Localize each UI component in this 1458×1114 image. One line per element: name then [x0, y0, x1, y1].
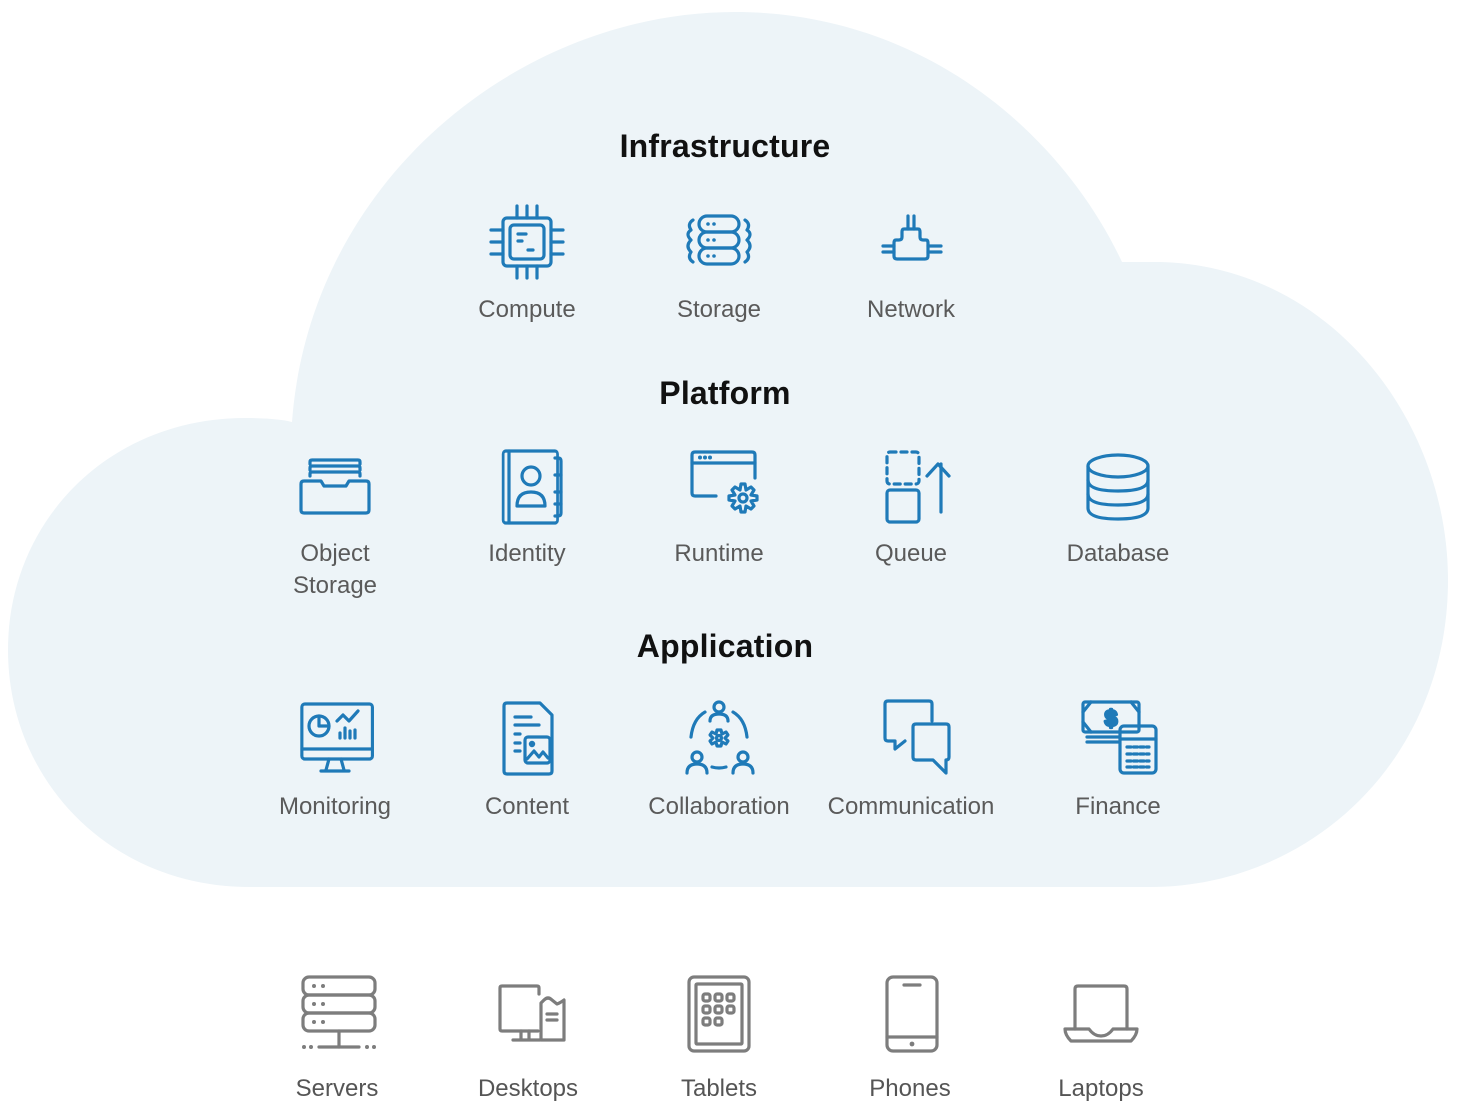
- section-title-platform: Platform: [659, 375, 791, 411]
- item-network: Network: [821, 202, 1001, 326]
- item-queue: Queue: [821, 446, 1001, 570]
- item-database: Database: [1028, 446, 1208, 570]
- document-image-icon: [502, 701, 554, 776]
- device-laptops: Laptops: [1011, 973, 1191, 1105]
- item-storage: Storage: [629, 202, 809, 326]
- monitor-dashboard-icon: [300, 702, 374, 773]
- device-servers: Servers: [247, 973, 427, 1105]
- item-label: Content: [484, 793, 570, 820]
- item-content: Content: [437, 697, 617, 823]
- server-rack-icon: [301, 975, 377, 1049]
- item-label: Runtime: [674, 540, 764, 567]
- item-label: Database: [1066, 540, 1170, 567]
- device-label: Desktops: [477, 1075, 579, 1102]
- device-desktops: Desktops: [438, 973, 618, 1105]
- device-label: Laptops: [1058, 1075, 1144, 1102]
- item-label: Finance: [1075, 793, 1161, 820]
- tablet-icon: [687, 975, 751, 1053]
- item-identity: Identity: [437, 446, 617, 570]
- item-label: Network: [866, 296, 956, 323]
- desktop-tower-icon: [498, 984, 566, 1042]
- device-label: Servers: [295, 1075, 379, 1102]
- network-connector-icon: [881, 214, 943, 261]
- device-label: Phones: [869, 1075, 951, 1102]
- item-compute: Compute: [437, 202, 617, 326]
- item-label: Identity: [488, 540, 566, 567]
- item-label: Queue: [874, 540, 948, 567]
- browser-gear-icon: [690, 450, 759, 514]
- item-monitoring: Monitoring: [245, 697, 425, 823]
- item-label: Compute: [478, 296, 576, 323]
- item-runtime: Runtime: [629, 446, 809, 570]
- file-tray-icon: [299, 458, 371, 515]
- money-calculator-icon: $: [1081, 700, 1158, 775]
- item-label: Storage: [676, 296, 762, 323]
- item-label: Communication: [827, 793, 995, 820]
- item-finance: $ Finance: [1028, 697, 1208, 823]
- item-communication: Communication: [821, 697, 1001, 823]
- database-icon: [1086, 453, 1150, 521]
- cpu-chip-icon: [489, 204, 565, 280]
- item-collaboration: Collaboration: [629, 697, 809, 823]
- device-label: Tablets: [680, 1075, 758, 1102]
- laptop-icon: [1063, 984, 1139, 1043]
- item-label: Object Storage: [292, 540, 378, 599]
- team-gear-icon: [685, 700, 755, 775]
- section-title-application: Application: [636, 628, 814, 664]
- section-title-infrastructure: Infrastructure: [619, 128, 831, 164]
- item-object-storage: Object Storage: [245, 446, 425, 602]
- svg-text:$: $: [1105, 706, 1117, 731]
- device-tablets: Tablets: [629, 973, 809, 1105]
- item-label: Monitoring: [278, 793, 392, 820]
- chat-bubbles-icon: [883, 699, 951, 775]
- item-label: Collaboration: [648, 793, 790, 820]
- server-stack-icon: [686, 214, 752, 266]
- queue-arrow-icon: [885, 450, 951, 524]
- address-book-icon: [501, 449, 563, 525]
- phone-icon: [885, 975, 939, 1053]
- device-phones: Phones: [820, 973, 1000, 1105]
